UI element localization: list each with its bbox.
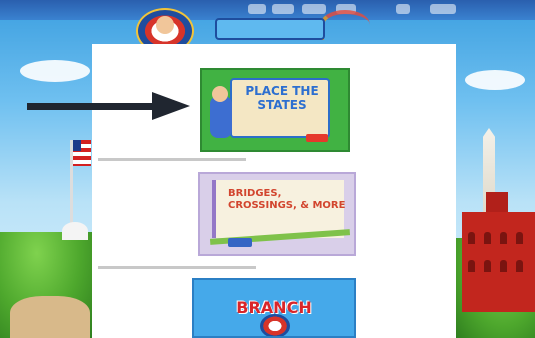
mascot-head-icon (212, 86, 228, 102)
seal-badge-icon (260, 314, 290, 336)
game-thumbnail-place-the-states[interactable]: PLACE THE STATES (200, 68, 350, 152)
castle-window (484, 232, 491, 244)
arrow-right-icon (27, 103, 159, 110)
path (10, 296, 90, 338)
play-button[interactable] (306, 134, 328, 142)
nav-link[interactable] (430, 4, 456, 14)
divider (98, 158, 246, 161)
nav-link[interactable] (302, 4, 326, 14)
castle-window (500, 260, 507, 272)
top-nav-bar (0, 0, 535, 20)
castle-window (516, 260, 523, 272)
nav-link[interactable] (272, 4, 294, 14)
game-title: BRIDGES, CROSSINGS, & MORE (228, 188, 346, 211)
game-title: PLACE THE STATES (245, 84, 319, 112)
game-thumbnail-branch[interactable]: BRANCH (192, 278, 356, 338)
logo-mascot-icon (156, 16, 174, 34)
castle-window (468, 232, 475, 244)
castle-window (484, 260, 491, 272)
rainbow-icon (320, 10, 370, 40)
castle-window (468, 260, 475, 272)
mascot-body (210, 96, 232, 138)
dome-icon (62, 222, 88, 240)
castle-window (516, 232, 523, 244)
castle-window (500, 232, 507, 244)
nav-link[interactable] (248, 4, 266, 14)
divider (98, 266, 256, 269)
castle-icon (462, 212, 535, 312)
cloud (465, 70, 525, 90)
play-button[interactable] (228, 238, 252, 247)
game-thumbnail-bridges[interactable]: BRIDGES, CROSSINGS, & MORE (198, 172, 356, 256)
header-banner (215, 18, 325, 40)
flag-canton (73, 140, 81, 151)
arrow-head (152, 92, 190, 120)
cloud (20, 60, 90, 82)
nav-link[interactable] (396, 4, 410, 14)
